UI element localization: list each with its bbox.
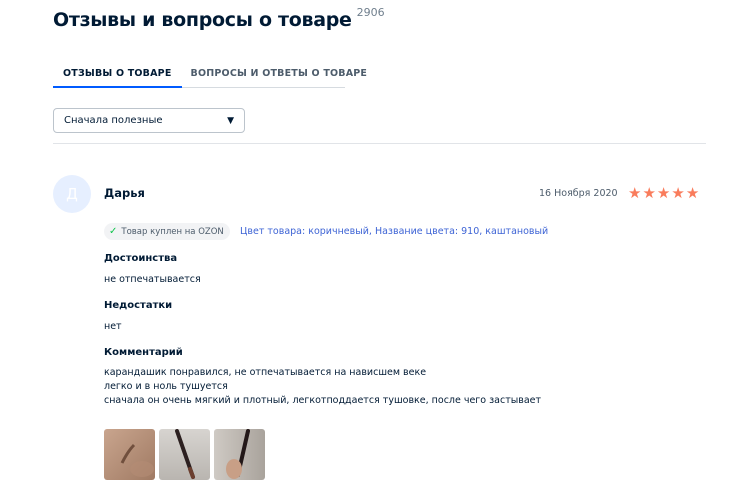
reviews-header: Отзывы и вопросы о товаре 2906 [53,6,385,36]
reviews-tabs: ОТЗЫВЫ О ТОВАРЕ ВОПРОСЫ И ОТВЕТЫ О ТОВАР… [53,62,367,88]
comment-line: карандашик понравился, не отпечатывается… [104,367,427,378]
cons-title: Недостатки [104,300,173,311]
star-icon: ★ [671,184,685,202]
triangle-down-icon: ▼ [227,115,234,126]
sort-dropdown[interactable]: Сначала полезные ▼ [53,108,245,133]
comment-line: легко и в ноль тушуется [104,381,228,392]
tab-questions[interactable]: ВОПРОСЫ И ОТВЕТЫ О ТОВАРЕ [182,62,368,87]
avatar: Д [53,175,91,213]
product-attributes-link[interactable]: Цвет товара: коричневый, Название цвета:… [240,226,548,237]
review-photo[interactable] [159,429,210,480]
comment-title: Комментарий [104,347,183,358]
reviews-count: 2906 [356,6,385,19]
star-icon: ★ [642,184,656,202]
pros-title: Достоинства [104,253,178,264]
review-photos [104,429,265,480]
star-icon: ★ [685,184,700,202]
comment-line: сначала он очень мягкий и плотный, легко… [104,395,542,406]
review-photo[interactable] [214,429,265,480]
rating-stars: ★ ★ ★ ★ ★ [628,184,699,202]
sort-selected-value: Сначала полезные [64,115,163,126]
tab-reviews[interactable]: ОТЗЫВЫ О ТОВАРЕ [53,62,182,88]
review-date: 16 Ноября 2020 [539,188,618,199]
page-title: Отзывы и вопросы о товаре [53,9,352,31]
pros-text: не отпечатывается [104,274,201,285]
divider [53,143,706,144]
review-photo[interactable] [104,429,155,480]
verified-purchase-label: Товар куплен на OZON [121,226,224,237]
review-author: Дарья [104,186,145,200]
star-icon: ★ [628,184,642,202]
check-icon: ✓ [109,225,118,237]
star-icon: ★ [656,184,671,202]
verified-purchase-badge: ✓ Товар куплен на OZON [104,223,230,240]
cons-text: нет [104,321,122,332]
